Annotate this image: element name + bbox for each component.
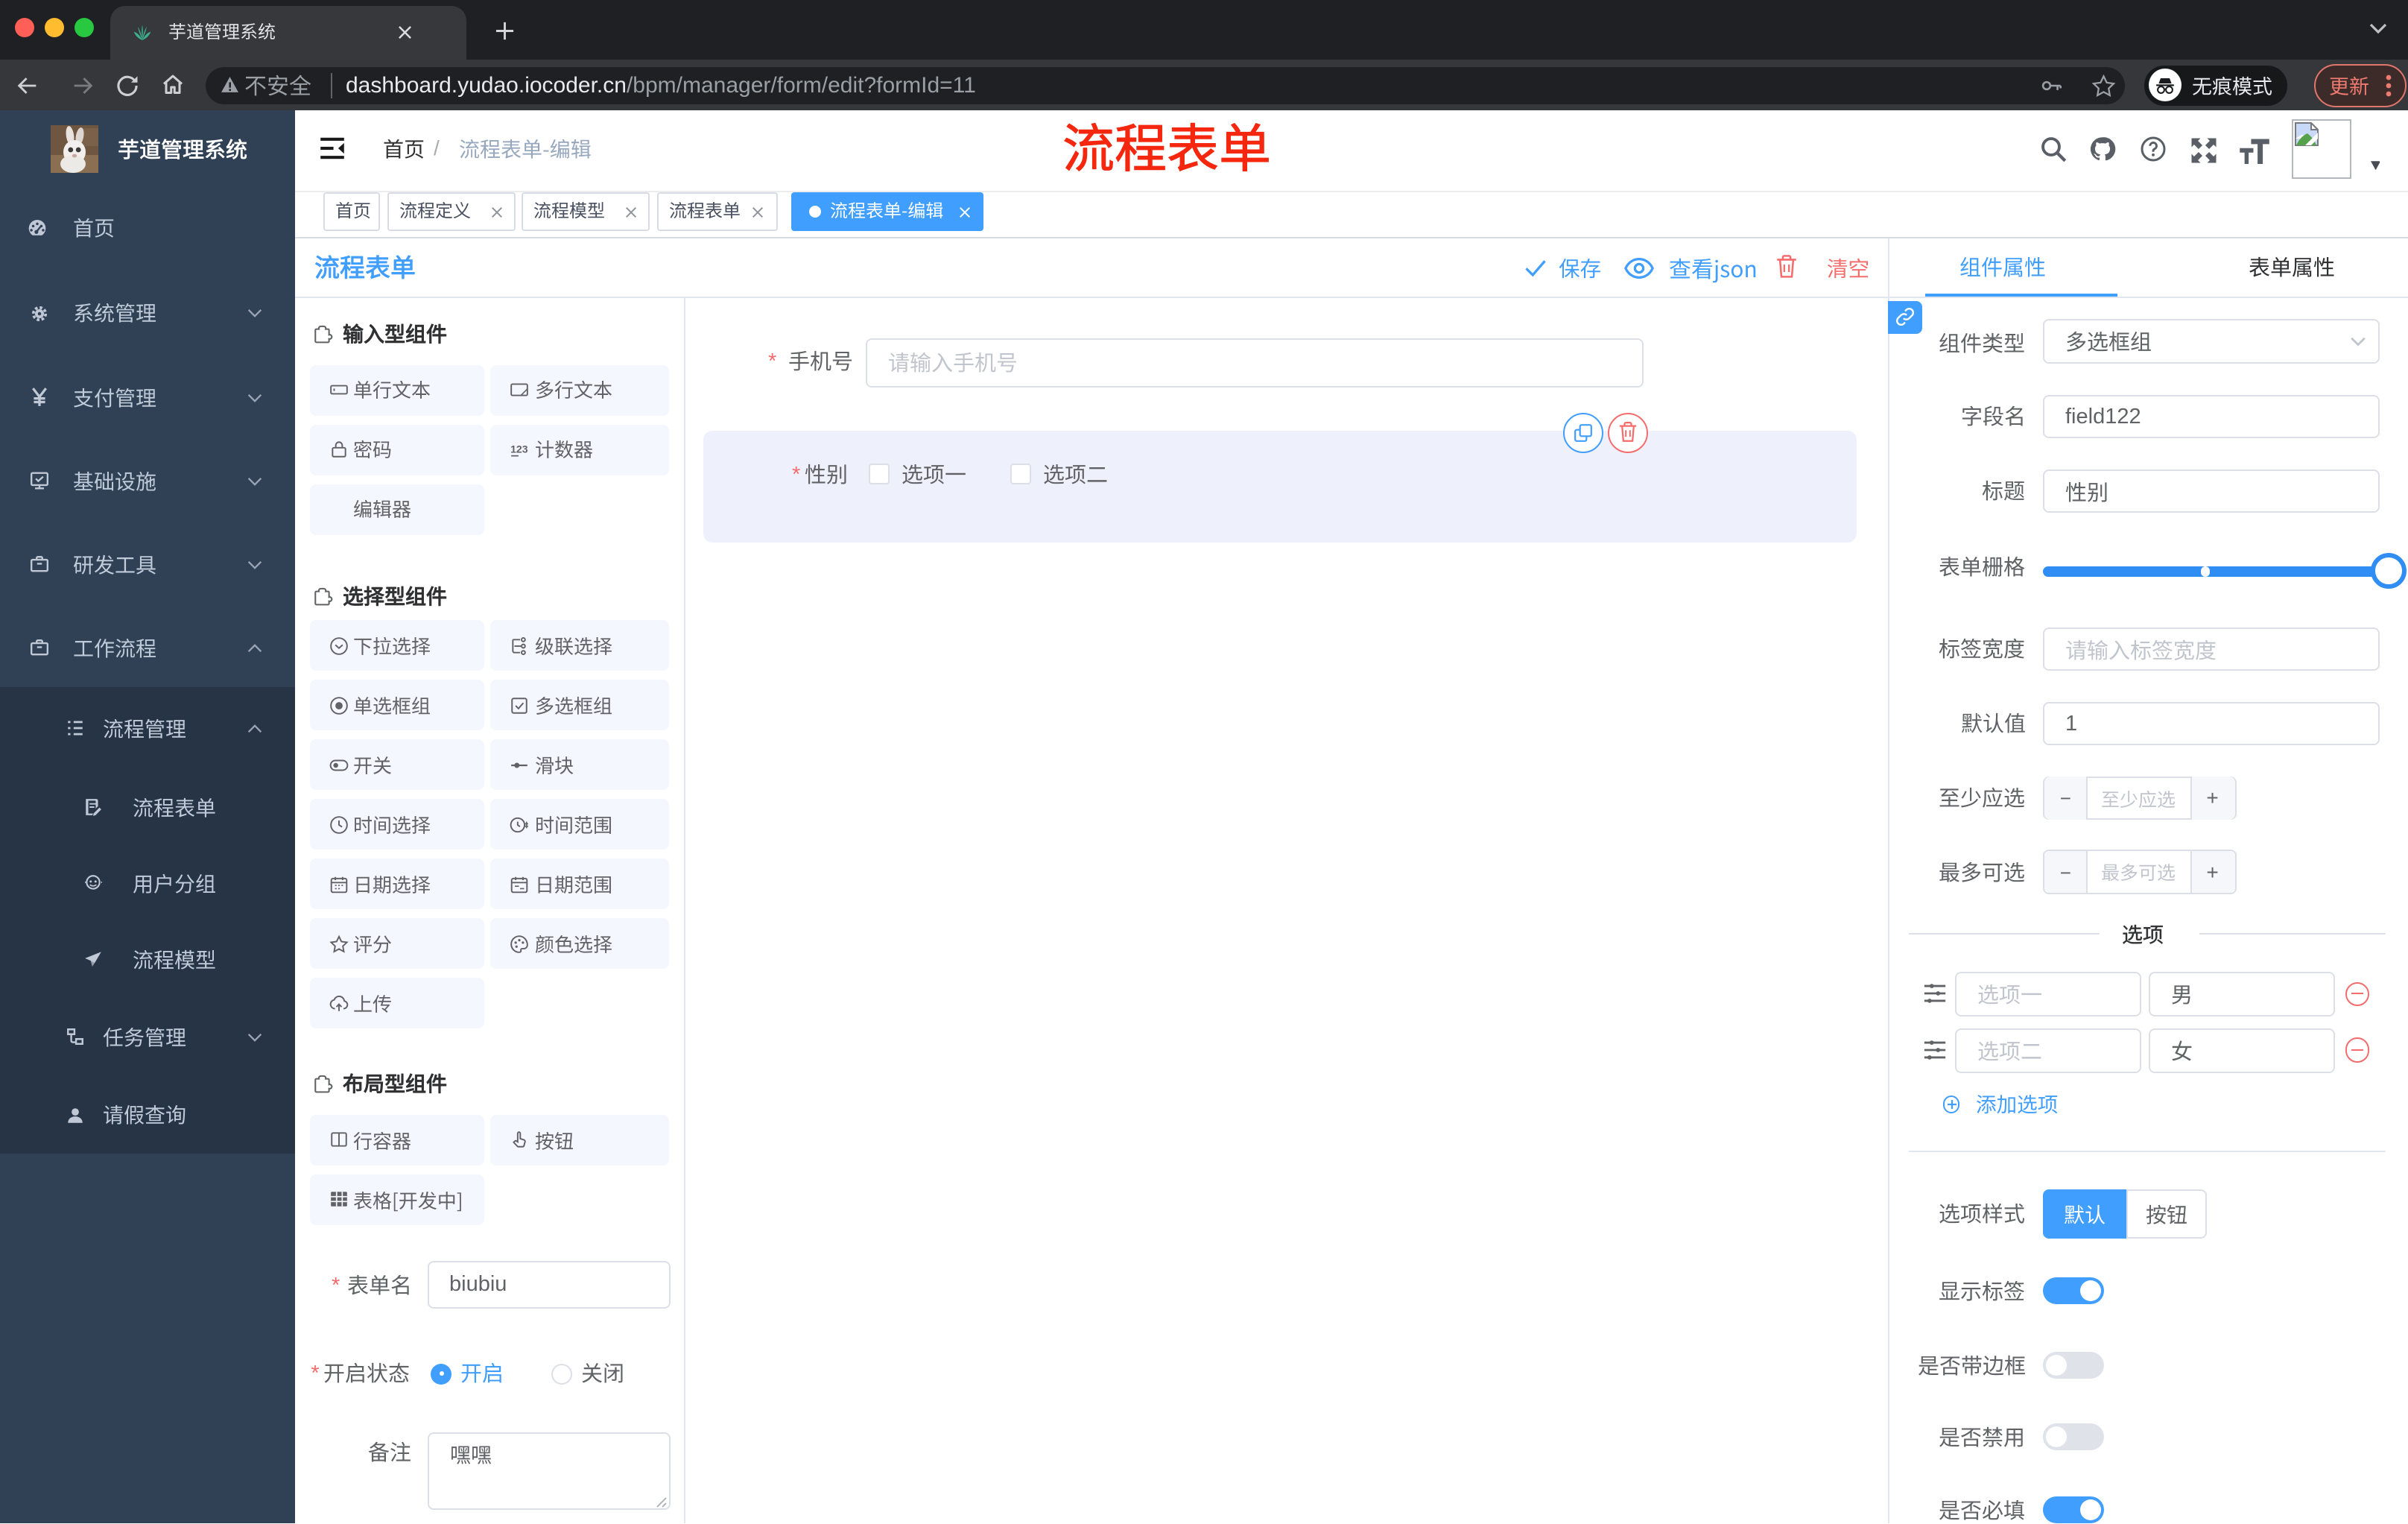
svg-text:123: 123 xyxy=(510,443,527,455)
